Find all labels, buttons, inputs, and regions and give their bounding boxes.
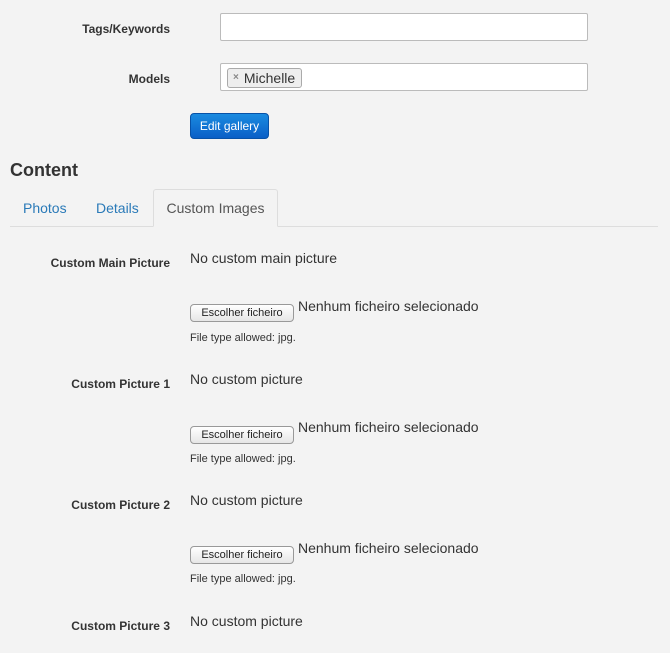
models-label: Models [128,72,170,86]
model-tag: × Michelle [227,68,303,88]
model-tag-label: Michelle [243,70,296,86]
file-type-help-2: File type allowed: jpg. [190,573,296,585]
custom-picture-2-label: Custom Picture 2 [71,498,170,512]
tab-details[interactable]: Details [96,200,139,216]
custom-main-picture-label: Custom Main Picture [50,256,170,270]
edit-gallery-button[interactable]: Edit gallery [190,113,269,139]
tabs-divider [10,226,658,227]
custom-picture-1-label: Custom Picture 1 [71,377,170,391]
tags-keywords-input[interactable] [220,13,588,41]
file-type-help-main: File type allowed: jpg. [190,332,296,344]
remove-tag-icon[interactable]: × [233,69,239,87]
choose-file-button-1[interactable]: Escolher ficheiro [190,426,294,444]
choose-file-button-2[interactable]: Escolher ficheiro [190,546,294,564]
tab-photos[interactable]: Photos [23,200,67,216]
tab-custom-images[interactable]: Custom Images [153,189,278,227]
choose-file-button-main[interactable]: Escolher ficheiro [190,304,294,322]
models-input[interactable]: × Michelle [220,63,588,91]
file-status-main: Nenhum ficheiro selecionado [298,298,479,314]
custom-picture-3-label: Custom Picture 3 [71,619,170,633]
file-type-help-1: File type allowed: jpg. [190,453,296,465]
custom-main-picture-status: No custom main picture [190,250,338,266]
custom-picture-2-status: No custom picture [190,492,303,508]
tags-keywords-label: Tags/Keywords [82,22,170,36]
custom-picture-1-status: No custom picture [190,371,303,387]
content-heading: Content [10,160,78,180]
file-status-1: Nenhum ficheiro selecionado [298,419,479,435]
file-status-2: Nenhum ficheiro selecionado [298,540,479,556]
custom-picture-3-status: No custom picture [190,613,303,629]
